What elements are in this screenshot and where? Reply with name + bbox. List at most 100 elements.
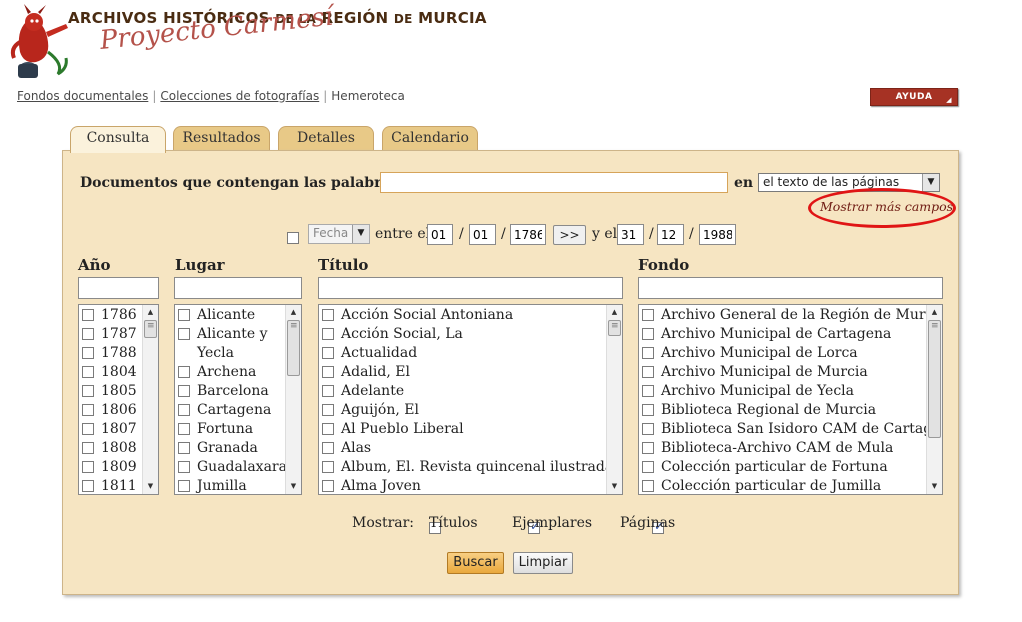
year-item-checkbox[interactable]	[82, 366, 94, 378]
scroll-up-icon[interactable]: ▲	[607, 305, 622, 320]
year-list-item[interactable]: 1807	[79, 420, 141, 439]
title-item-checkbox[interactable]	[322, 442, 334, 454]
scroll-down-icon[interactable]: ▼	[607, 479, 622, 494]
collection-item-checkbox[interactable]	[642, 385, 654, 397]
from-month-input[interactable]	[469, 224, 496, 245]
collection-list-item[interactable]: Archivo Municipal de Lorca	[639, 344, 925, 363]
place-list-item[interactable]: Barcelona	[175, 382, 284, 401]
collection-item-checkbox[interactable]	[642, 480, 654, 492]
year-item-checkbox[interactable]	[82, 461, 94, 473]
collection-scrollbar[interactable]: ▲ ▼	[926, 305, 942, 494]
to-day-input[interactable]	[617, 224, 644, 245]
title-list-item[interactable]: Adelante	[319, 382, 605, 401]
title-item-checkbox[interactable]	[322, 347, 334, 359]
place-item-checkbox[interactable]	[178, 366, 190, 378]
place-item-checkbox[interactable]	[178, 385, 190, 397]
place-list-item[interactable]: Guadalaxara	[175, 458, 287, 477]
year-item-checkbox[interactable]	[82, 347, 94, 359]
collection-list-item[interactable]: Colección particular de Jumilla	[639, 477, 925, 494]
year-item-checkbox[interactable]	[82, 442, 94, 454]
year-item-checkbox[interactable]	[82, 385, 94, 397]
search-input[interactable]	[380, 172, 728, 193]
title-item-checkbox[interactable]	[322, 404, 334, 416]
year-item-checkbox[interactable]	[82, 328, 94, 340]
collection-item-checkbox[interactable]	[642, 461, 654, 473]
title-list-item[interactable]: Aguijón, El	[319, 401, 605, 420]
title-list-item[interactable]: Alas	[319, 439, 605, 458]
title-list-item[interactable]: Al Pueblo Liberal	[319, 420, 605, 439]
year-list-item[interactable]: 1787	[79, 325, 141, 344]
place-filter-input[interactable]	[174, 277, 302, 299]
from-day-input[interactable]	[427, 224, 453, 245]
title-scrollbar[interactable]: ▲ ▼	[606, 305, 622, 494]
place-scrollbar[interactable]: ▲ ▼	[285, 305, 301, 494]
tab-detalles[interactable]: Detalles	[278, 126, 374, 151]
year-scrollbar[interactable]: ▲ ▼	[142, 305, 158, 494]
title-list-item[interactable]: Adalid, El	[319, 363, 605, 382]
nav-link-colecciones[interactable]: Colecciones de fotografías	[160, 89, 319, 103]
place-list-item[interactable]: Fortuna	[175, 420, 284, 439]
scroll-thumb[interactable]	[608, 320, 621, 336]
year-list-item[interactable]: 1786	[79, 306, 141, 325]
nav-link-fondos[interactable]: Fondos documentales	[17, 89, 148, 103]
title-list-item[interactable]: Acción Social, La	[319, 325, 605, 344]
tab-consulta[interactable]: Consulta	[70, 126, 166, 153]
collection-list-item[interactable]: Biblioteca Regional de Murcia	[639, 401, 925, 420]
place-listbox[interactable]: Alicante Alicante y Yecla Archena Barcelona…	[174, 304, 302, 495]
collection-item-checkbox[interactable]	[642, 366, 654, 378]
title-item-checkbox[interactable]	[322, 423, 334, 435]
collection-list-item[interactable]: Archivo Municipal de Cartagena	[639, 325, 925, 344]
collection-list-item[interactable]: Colección particular de Fortuna	[639, 458, 925, 477]
collection-filter-input[interactable]	[638, 277, 943, 299]
place-item-checkbox[interactable]	[178, 328, 190, 340]
scroll-thumb[interactable]	[287, 320, 300, 376]
collection-item-checkbox[interactable]	[642, 309, 654, 321]
place-item-checkbox[interactable]	[178, 480, 190, 492]
title-listbox[interactable]: Acción Social Antoniana Acción Social, La…	[318, 304, 623, 495]
to-month-input[interactable]	[657, 224, 684, 245]
nav-link-hemeroteca[interactable]: Hemeroteca	[331, 89, 405, 103]
date-filter-checkbox[interactable]	[287, 231, 299, 244]
title-item-checkbox[interactable]	[322, 366, 334, 378]
collection-list-item[interactable]: Archivo General de la Región de Murcia	[639, 306, 942, 325]
title-list-item[interactable]: Actualidad	[319, 344, 605, 363]
place-item-checkbox[interactable]	[178, 442, 190, 454]
year-item-checkbox[interactable]	[82, 404, 94, 416]
title-item-checkbox[interactable]	[322, 328, 334, 340]
date-field-select[interactable]: Fecha ▼	[308, 224, 370, 244]
scroll-down-icon[interactable]: ▼	[143, 479, 158, 494]
title-item-checkbox[interactable]	[322, 309, 334, 321]
title-item-checkbox[interactable]	[322, 480, 334, 492]
place-item-checkbox[interactable]	[178, 461, 190, 473]
year-listbox[interactable]: 1786 1787 1788 1804 1805 1806 1807 1808 1809 1811…	[78, 304, 159, 495]
title-list-item[interactable]: Album, El. Revista quincenal ilustrada.	[319, 458, 618, 477]
place-item-checkbox[interactable]	[178, 309, 190, 321]
title-item-checkbox[interactable]	[322, 461, 334, 473]
year-filter-input[interactable]	[78, 277, 159, 299]
tab-calendario[interactable]: Calendario	[382, 126, 478, 151]
title-list-item[interactable]: Alma Joven	[319, 477, 605, 494]
scroll-up-icon[interactable]: ▲	[143, 305, 158, 320]
collection-list-item[interactable]: Archivo Municipal de Yecla	[639, 382, 925, 401]
title-filter-input[interactable]	[318, 277, 623, 299]
from-year-input[interactable]	[510, 224, 546, 245]
place-list-item[interactable]: Alicante	[175, 306, 284, 325]
collection-list-item[interactable]: Biblioteca-Archivo CAM de Mula	[639, 439, 925, 458]
year-list-item[interactable]: 1808	[79, 439, 141, 458]
place-list-item[interactable]: Alicante y Yecla	[175, 325, 284, 363]
place-item-checkbox[interactable]	[178, 404, 190, 416]
scroll-down-icon[interactable]: ▼	[286, 479, 301, 494]
collection-item-checkbox[interactable]	[642, 328, 654, 340]
help-button[interactable]: AYUDA ◢	[870, 88, 958, 106]
scroll-up-icon[interactable]: ▲	[927, 305, 942, 320]
place-item-checkbox[interactable]	[178, 423, 190, 435]
search-button[interactable]: Buscar	[447, 552, 504, 574]
year-item-checkbox[interactable]	[82, 309, 94, 321]
title-list-item[interactable]: Acción Social Antoniana	[319, 306, 605, 325]
place-list-item[interactable]: Archena	[175, 363, 284, 382]
year-list-item[interactable]: 1809	[79, 458, 141, 477]
year-item-checkbox[interactable]	[82, 423, 94, 435]
date-advance-button[interactable]: >>	[553, 225, 586, 245]
place-list-item[interactable]: Jumilla	[175, 477, 284, 494]
tab-resultados[interactable]: Resultados	[173, 126, 270, 151]
